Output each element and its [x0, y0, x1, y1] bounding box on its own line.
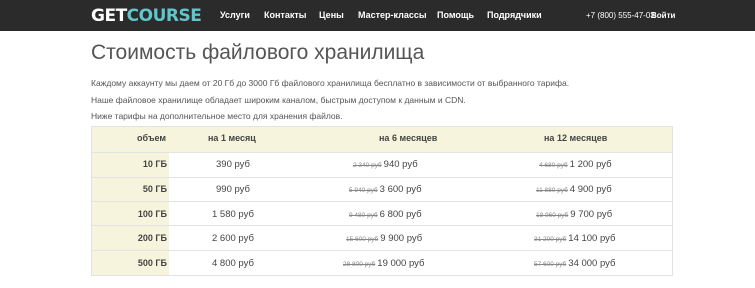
new-price: 9 900 руб: [380, 233, 423, 244]
new-price: 940 руб: [383, 159, 418, 170]
nav-item-services[interactable]: Услуги: [220, 10, 250, 21]
new-price: 19 000 руб: [377, 258, 425, 269]
old-price: 18 960 руб: [536, 212, 569, 219]
old-price: 2 340 руб: [353, 162, 382, 169]
price-12m: 18 960 руб 9 700 руб: [536, 209, 612, 221]
old-price: 5 940 руб: [349, 187, 378, 194]
pricing-table: объем на 1 месяц на 6 месяцев на 12 меся…: [91, 126, 673, 276]
nav-item-help[interactable]: Помощь: [437, 10, 474, 21]
row-divider: [92, 152, 672, 153]
volume-500gb: 500 ГБ: [137, 258, 167, 268]
price-12m: 4 680 руб 1 200 руб: [539, 159, 612, 171]
description-line-1: Каждому аккаунту мы даем от 20 Гб до 300…: [91, 78, 570, 88]
volume-200gb: 200 ГБ: [137, 233, 167, 243]
old-price: 57 600 руб: [534, 261, 567, 268]
price-12m: 11 880 руб 4 900 руб: [536, 184, 612, 196]
price-6m: 28 800 руб 19 000 руб: [343, 258, 424, 270]
nav-item-masterclasses[interactable]: Мастер-классы: [358, 10, 427, 21]
row-divider: [92, 250, 672, 251]
new-price: 4 900 руб: [569, 184, 612, 195]
price-6m: 9 480 руб 6 800 руб: [349, 209, 422, 221]
top-navbar: GETCOURSE Услуги Контакты Цены Мастер-кл…: [0, 0, 755, 31]
price-1m: 390 руб: [216, 159, 250, 170]
volume-10gb: 10 ГБ: [142, 159, 167, 169]
new-price: 34 000 руб: [568, 258, 616, 269]
old-price: 31 200 руб: [534, 236, 567, 243]
price-1m: 2 600 руб: [212, 233, 254, 244]
row-divider: [92, 177, 672, 178]
new-price: 14 100 руб: [568, 233, 616, 244]
new-price: 9 700 руб: [570, 209, 613, 220]
header-volume: объем: [137, 133, 167, 143]
new-price: 6 800 руб: [379, 209, 422, 220]
header-1-month: на 1 месяц: [208, 133, 256, 143]
old-price: 15 600 руб: [346, 236, 379, 243]
description-line-3: Ниже тарифы на дополнительное место для …: [91, 111, 343, 121]
price-1m: 4 800 руб: [212, 258, 254, 269]
nav-item-contractors[interactable]: Подрядчики: [487, 10, 542, 21]
nav-item-contacts[interactable]: Контакты: [264, 10, 306, 21]
new-price: 3 600 руб: [379, 184, 422, 195]
volume-100gb: 100 ГБ: [137, 209, 167, 219]
price-6m: 5 940 руб 3 600 руб: [349, 184, 422, 196]
price-6m: 15 600 руб 9 900 руб: [346, 233, 422, 245]
header-6-months: на 6 месяцев: [379, 133, 438, 143]
new-price: 1 200 руб: [569, 159, 612, 170]
row-divider: [92, 225, 672, 226]
header-12-months: на 12 месяцев: [544, 133, 608, 143]
price-1m: 1 580 руб: [212, 209, 254, 220]
nav-item-prices[interactable]: Цены: [319, 10, 344, 21]
page-title: Стоимость файлового хранилища: [91, 41, 425, 64]
price-12m: 31 200 руб 14 100 руб: [534, 233, 615, 245]
row-divider: [92, 201, 672, 202]
phone-number: +7 (800) 555-47-03: [586, 11, 655, 20]
old-price: 28 800 руб: [343, 261, 376, 268]
price-12m: 57 600 руб 34 000 руб: [534, 258, 615, 270]
login-link[interactable]: Войти: [651, 10, 675, 21]
price-6m: 2 340 руб 940 руб: [353, 159, 418, 171]
old-price: 11 880 руб: [536, 187, 568, 194]
volume-50gb: 50 ГБ: [142, 184, 167, 194]
price-1m: 990 руб: [216, 184, 250, 195]
old-price: 4 680 руб: [539, 162, 568, 169]
description-line-2: Наше файловое хранилище обладает широким…: [91, 95, 466, 105]
old-price: 9 480 руб: [349, 212, 378, 219]
